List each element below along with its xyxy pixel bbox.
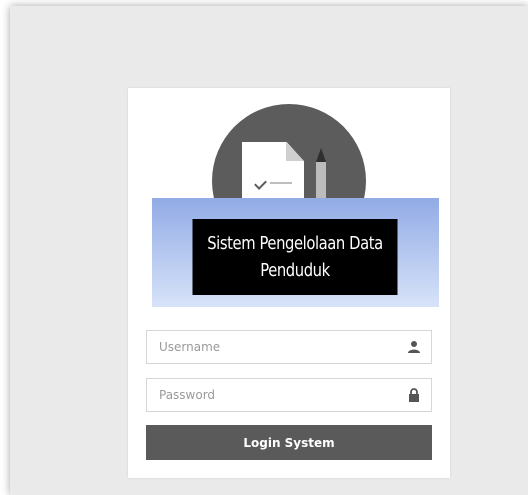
title-box: Sistem Pengelolaan Data Penduduk: [192, 219, 398, 295]
checklist-line: [270, 182, 292, 184]
user-icon: [408, 341, 420, 353]
username-field[interactable]: [146, 330, 432, 364]
login-card: Sistem Pengelolaan Data Penduduk Login S…: [128, 88, 450, 478]
password-input[interactable]: [147, 379, 399, 411]
login-button[interactable]: Login System: [146, 425, 432, 460]
app-title: Sistem Pengelolaan Data Penduduk: [207, 233, 383, 281]
pencil-tip-icon: [316, 148, 326, 162]
title-banner: Sistem Pengelolaan Data Penduduk: [152, 198, 439, 307]
password-field[interactable]: [146, 378, 432, 412]
page-frame: Sistem Pengelolaan Data Penduduk Login S…: [10, 6, 528, 495]
lock-icon: [409, 388, 419, 402]
username-input[interactable]: [147, 331, 399, 363]
